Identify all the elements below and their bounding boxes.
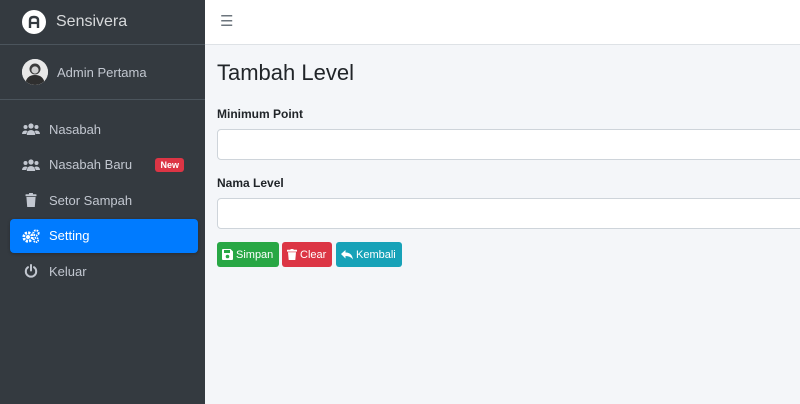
hamburger-icon[interactable]: ☰ [220, 14, 233, 30]
sidebar-item-setor-sampah[interactable]: Setor Sampah [10, 183, 198, 217]
back-button-label: Kembali [356, 248, 396, 261]
minimum-point-input[interactable] [217, 129, 800, 160]
sidebar: Sensivera Admin Pertama Nasabah Nasabah … [0, 0, 205, 404]
sidebar-item-label: Setor Sampah [49, 192, 133, 208]
top-navbar: ☰ [205, 0, 800, 45]
brand-logo-icon [22, 10, 46, 34]
users-icon [22, 121, 40, 137]
users-icon [22, 157, 40, 173]
power-icon [22, 263, 40, 279]
user-name: Admin Pertama [57, 64, 147, 80]
sidebar-item-label: Nasabah Baru [49, 157, 133, 172]
user-avatar-icon [22, 59, 48, 85]
sidebar-item-label: Setting [49, 228, 90, 243]
sidebar-item-label: Nasabah [49, 121, 102, 137]
sidebar-item-setting[interactable]: Setting [10, 218, 198, 253]
trash-icon [287, 249, 297, 260]
nama-level-label: Nama Level [217, 176, 284, 190]
content-area: Tambah Level Minimum Point Nama Level Si… [205, 45, 800, 404]
save-button-label: Simpan [236, 248, 274, 261]
clear-button-label: Clear [300, 248, 327, 261]
sidebar-item-nasabah-baru[interactable]: Nasabah Baru New [10, 148, 198, 182]
minimum-point-label: Minimum Point [217, 107, 303, 121]
sidebar-item-label: Keluar [49, 263, 87, 279]
sidebar-item-nasabah[interactable]: Nasabah [10, 112, 198, 146]
nama-level-input[interactable] [217, 198, 800, 229]
clear-button[interactable]: Clear [282, 242, 333, 267]
gears-icon [22, 228, 40, 244]
new-badge: New [155, 157, 184, 172]
save-icon [222, 249, 233, 260]
reply-icon [341, 249, 353, 260]
brand-name: Sensivera [56, 13, 128, 30]
user-panel[interactable]: Admin Pertama [0, 45, 205, 100]
brand-link[interactable]: Sensivera [0, 0, 205, 45]
sidebar-nav: Nasabah Nasabah Baru New Setor Sampah Se… [10, 112, 198, 290]
page-title: Tambah Level [217, 60, 354, 85]
back-button[interactable]: Kembali [336, 242, 402, 267]
sidebar-item-keluar[interactable]: Keluar [10, 254, 198, 288]
trash-icon [22, 192, 40, 208]
save-button[interactable]: Simpan [217, 242, 280, 267]
